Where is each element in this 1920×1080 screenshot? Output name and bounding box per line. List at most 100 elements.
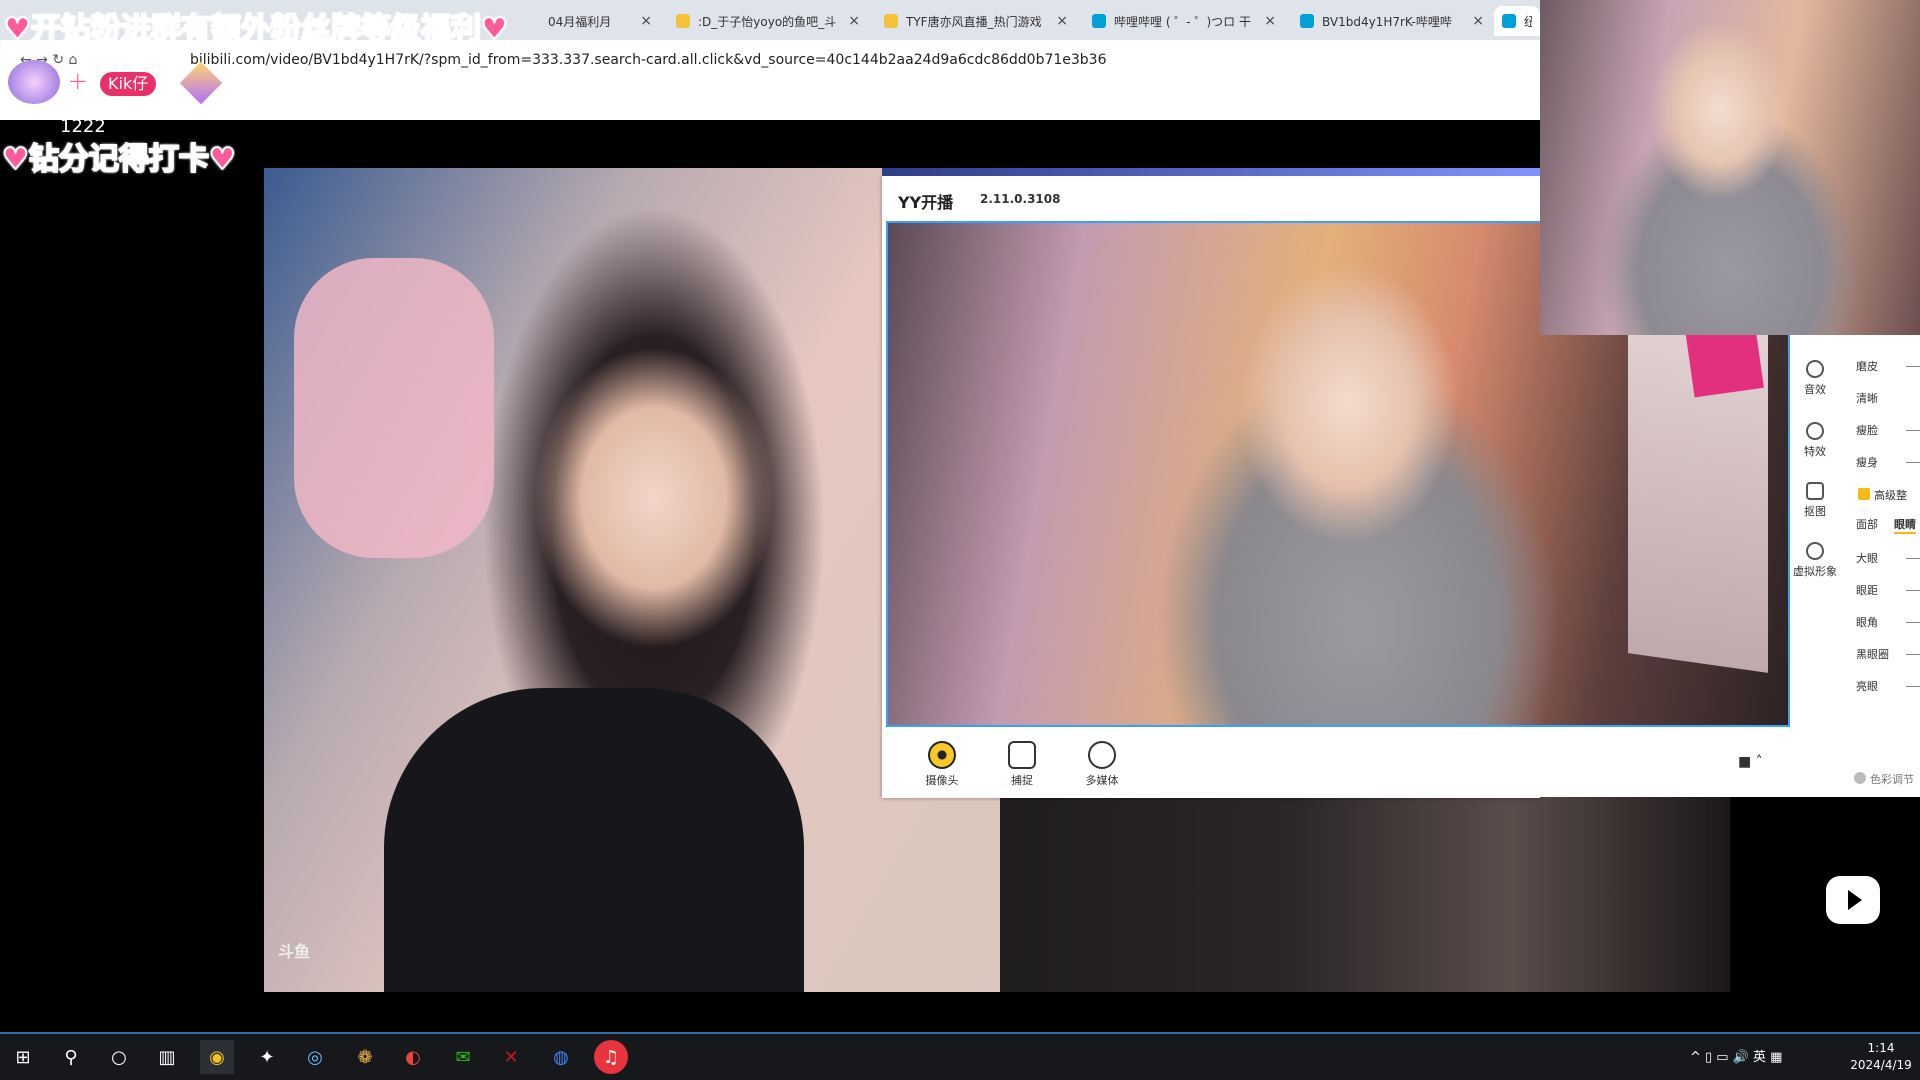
side-label: 虚拟形象 <box>1793 565 1837 578</box>
row-advanced[interactable]: 高级整 <box>1874 487 1907 503</box>
chair-shape <box>294 258 494 558</box>
side-label: 音效 <box>1804 383 1826 396</box>
slider-track[interactable] <box>1906 430 1920 431</box>
side-sound[interactable]: 音效 <box>1790 360 1840 397</box>
tab-title: BV1bd4y1H7rK-哔哩哔 <box>1322 14 1452 29</box>
clock-time: 1:14 <box>1867 1041 1895 1055</box>
browser-app-icon[interactable]: ◐ <box>396 1040 430 1074</box>
row-big-eyes: 大眼 <box>1856 552 1878 565</box>
stream-banner-second: ♥钻分记得打卡♥ <box>1 141 237 178</box>
row-dark-circles: 黑眼圈 <box>1856 648 1889 661</box>
camera-toggle-icon[interactable]: ■ ˄ <box>1738 754 1763 770</box>
start-icon[interactable]: ⊞ <box>6 1040 40 1074</box>
game-app-icon[interactable]: ✕ <box>494 1040 528 1074</box>
cortana-icon[interactable]: ○ <box>102 1040 136 1074</box>
plus-sign: + <box>65 63 91 98</box>
side-label: 抠图 <box>1804 505 1826 518</box>
douyu-favicon-icon <box>676 14 690 28</box>
room-manager-label: 房管 <box>223 71 285 108</box>
effect-icon <box>1806 422 1824 440</box>
media-button[interactable]: 多媒体 <box>1072 737 1132 788</box>
taskbar-progress-line <box>0 1032 1920 1034</box>
camera-label: 摄像头 <box>925 774 959 787</box>
slider-track[interactable] <box>1906 462 1920 463</box>
side-avatar[interactable]: 虚拟形象 <box>1790 542 1840 579</box>
browser-tab-2[interactable]: :D_于子怡yoyo的鱼吧_斗 × <box>668 6 868 36</box>
address-bar[interactable]: bilibili.com/video/BV1bd4y1H7rK/?spm_id_… <box>190 52 1107 68</box>
tab-close-icon[interactable]: × <box>1264 13 1276 29</box>
row-slim-body: 瘦身 <box>1856 456 1878 469</box>
slider-track[interactable] <box>1906 622 1920 623</box>
streamer-silhouette <box>384 688 804 992</box>
bilibili-favicon-icon <box>1300 14 1314 28</box>
search-icon[interactable]: ⚲ <box>54 1040 88 1074</box>
side-effect[interactable]: 特效 <box>1790 422 1840 459</box>
browser-tab-1[interactable]: 04月福利月 × <box>540 6 660 36</box>
tab-title: :D_于子怡yoyo的鱼吧_斗 <box>698 14 837 29</box>
bilibili-play-icon[interactable] <box>1826 876 1880 924</box>
avatar-icon <box>1806 542 1824 560</box>
qq-bear-app-icon[interactable]: ❁ <box>348 1040 382 1074</box>
stream-banner-top: ♥开钻粉进群有额外粉丝牌等级福利♥ <box>3 11 509 48</box>
tab-title: 纽 <box>1524 14 1532 29</box>
chrome-app-icon[interactable]: ◍ <box>544 1040 578 1074</box>
play-icon <box>1088 741 1116 769</box>
row-slim-face: 瘦脸 <box>1856 424 1878 437</box>
yy-app-icon[interactable]: ◉ <box>200 1040 234 1074</box>
yy-title: YY开播 <box>898 193 954 212</box>
wechat-app-icon[interactable]: ✉ <box>446 1040 480 1074</box>
checkbox-icon[interactable] <box>1858 488 1870 500</box>
sound-icon <box>1806 360 1824 378</box>
tab-eyes[interactable]: 眼睛 <box>1894 516 1916 534</box>
douyu-favicon-icon <box>884 14 898 28</box>
steam-app-icon[interactable]: ◎ <box>298 1040 332 1074</box>
browser-tab-3[interactable]: TYF唐亦风直播_热门游戏 × <box>876 6 1076 36</box>
clock-date: 2024/4/19 <box>1850 1058 1912 1072</box>
camera-icon <box>928 741 956 769</box>
tab-title: 哔哩哔哩 ( ゜- ゜)つロ 干 <box>1114 14 1251 29</box>
browser-tab-active[interactable]: 纽 <box>1494 6 1540 36</box>
taskbar <box>0 1032 1920 1080</box>
slider-track[interactable] <box>1906 558 1920 559</box>
row-face: 面部 <box>1856 518 1878 531</box>
tab-title: 04月福利月 <box>548 14 612 29</box>
media-label: 多媒体 <box>1085 774 1119 787</box>
slider-track[interactable] <box>1906 366 1920 367</box>
bilibili-favicon-icon <box>1092 14 1106 28</box>
system-tray[interactable]: ^ ▯ ▭ 🔊 英 ▦ <box>1690 1046 1782 1065</box>
browser-tab-5[interactable]: BV1bd4y1H7rK-哔哩哔 × <box>1292 6 1492 36</box>
browser-tab-4[interactable]: 哔哩哔哩 ( ゜- ゜)つロ 干 × <box>1084 6 1284 36</box>
webcam-overlay <box>1540 0 1920 335</box>
slider-track[interactable] <box>1906 654 1920 655</box>
tab-close-icon[interactable]: × <box>848 13 860 29</box>
row-eye-distance: 眼距 <box>1856 584 1878 597</box>
video-player-bottom[interactable] <box>1000 795 1730 992</box>
tab-close-icon[interactable]: × <box>640 13 652 29</box>
yy-window-accent <box>882 168 1540 176</box>
netease-music-app-icon[interactable]: ♫ <box>594 1040 628 1074</box>
slider-track[interactable] <box>1906 686 1920 687</box>
row-smooth: 磨皮 <box>1856 360 1878 373</box>
taskbar-clock[interactable]: 1:14 2024/4/19 <box>1846 1040 1916 1074</box>
capture-button[interactable]: 捕捉 <box>992 737 1052 788</box>
camera-button[interactable]: 摄像头 <box>912 737 972 788</box>
capture-icon <box>1008 741 1036 769</box>
capture-label: 捕捉 <box>1011 774 1033 787</box>
color-adjust-icon <box>1854 772 1866 784</box>
row-bright-eyes: 亮眼 <box>1856 680 1878 693</box>
bilibili-favicon-icon <box>1502 14 1516 28</box>
douyu-watermark: 斗鱼 <box>278 942 311 961</box>
side-label: 特效 <box>1804 445 1826 458</box>
tab-close-icon[interactable]: × <box>1056 13 1068 29</box>
tab-close-icon[interactable]: × <box>1472 13 1484 29</box>
cutout-icon <box>1806 482 1824 500</box>
user-badge: Kik仔 <box>100 72 157 96</box>
task-view-icon[interactable]: ▥ <box>150 1040 184 1074</box>
feishu-app-icon[interactable]: ✦ <box>250 1040 284 1074</box>
side-cutout[interactable]: 抠图 <box>1790 482 1840 519</box>
tab-title: TYF唐亦风直播_热门游戏 <box>906 14 1042 29</box>
slider-track[interactable] <box>1906 590 1920 591</box>
row-sharpen: 清晰 <box>1856 392 1878 405</box>
row-eye-corner: 眼角 <box>1856 616 1878 629</box>
color-adjust-label[interactable]: 色彩调节 <box>1870 771 1914 787</box>
